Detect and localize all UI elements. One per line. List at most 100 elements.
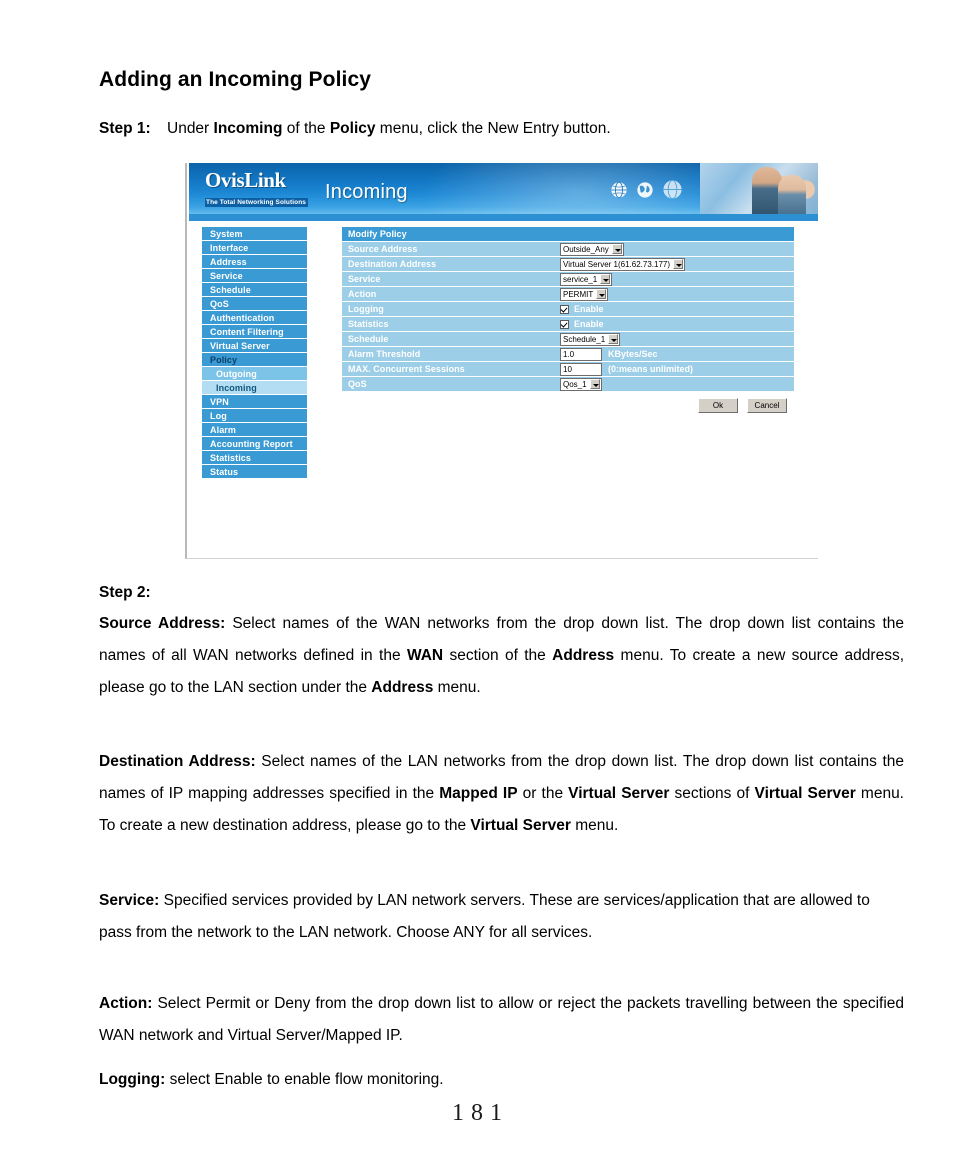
- form-row-schedule: Schedule Schedule_1: [342, 332, 794, 347]
- label-logging: Logging: [348, 304, 384, 314]
- sidebar-item-schedule[interactable]: Schedule: [202, 283, 307, 297]
- source-address-bold-address-2: Address: [371, 679, 434, 696]
- sidebar-item-authentication[interactable]: Authentication: [202, 311, 307, 325]
- chevron-down-icon[interactable]: [596, 289, 607, 299]
- field-destination-address: Virtual Server 1(61.62.73.177): [560, 257, 794, 271]
- action-body: Select Permit or Deny from the drop down…: [99, 995, 904, 1044]
- dest-body-5: menu.: [570, 817, 619, 834]
- destination-address-value: Virtual Server 1(61.62.73.177): [563, 259, 671, 269]
- sidebar-item-policy[interactable]: Policy: [202, 353, 307, 367]
- label-source-address: Source Address: [348, 244, 418, 254]
- alarm-threshold-unit: KBytes/Sec: [608, 349, 658, 359]
- max-concurrent-sessions-input[interactable]: 10: [560, 362, 602, 376]
- action-select[interactable]: PERMIT: [560, 287, 609, 301]
- sidebar-item-system[interactable]: System: [202, 227, 307, 241]
- logo-wordmark: OvisLink: [205, 168, 286, 192]
- service-value: service_1: [563, 274, 598, 284]
- action-value: PERMIT: [563, 289, 594, 299]
- globe-icon: [611, 181, 627, 199]
- alarm-threshold-input[interactable]: 1.0: [560, 347, 602, 361]
- chevron-down-icon[interactable]: [600, 274, 611, 284]
- sidebar-item-alarm[interactable]: Alarm: [202, 423, 307, 437]
- logging-enable-label: Enable: [574, 304, 604, 314]
- form-row-qos: QoS Qos_1: [342, 377, 794, 392]
- banner-strip: [189, 214, 818, 221]
- form-row-max-concurrent-sessions: MAX. Concurrent Sessions 10 (0:means unl…: [342, 362, 794, 377]
- service-select[interactable]: service_1: [560, 272, 613, 286]
- dest-bold-virtual-server-1: Virtual Server: [568, 785, 670, 802]
- destination-address-select[interactable]: Virtual Server 1(61.62.73.177): [560, 257, 686, 271]
- dest-body-3: sections of: [669, 785, 755, 802]
- sidebar-item-outgoing[interactable]: Outgoing: [202, 367, 307, 381]
- chevron-down-icon[interactable]: [589, 379, 600, 389]
- step-2-label: Step 2:: [99, 577, 904, 609]
- source-address-value: Outside_Any: [563, 244, 609, 254]
- logging-term: Logging:: [99, 1071, 166, 1088]
- paragraph-source-address: Source Address: Select names of the WAN …: [99, 608, 904, 704]
- action-term: Action:: [99, 995, 153, 1012]
- sidebar-item-service[interactable]: Service: [202, 269, 307, 283]
- sidebar-item-statistics[interactable]: Statistics: [202, 451, 307, 465]
- sidebar-item-incoming[interactable]: Incoming: [202, 381, 307, 395]
- statistics-checkbox[interactable]: [560, 319, 569, 329]
- label-destination-address: Destination Address: [348, 259, 437, 269]
- step-1-text-after: menu, click the New Entry button.: [375, 120, 611, 137]
- source-address-select[interactable]: Outside_Any: [560, 242, 624, 256]
- field-logging: Enable: [560, 304, 794, 314]
- sidebar-item-vpn[interactable]: VPN: [202, 395, 307, 409]
- form-row-service: Service service_1: [342, 272, 794, 287]
- form-row-logging: Logging Enable: [342, 302, 794, 317]
- service-body: Specified services provided by LAN netwo…: [99, 892, 870, 941]
- globe-icon: [637, 182, 653, 198]
- step-1-bold-incoming: Incoming: [213, 120, 283, 137]
- sidebar-item-log[interactable]: Log: [202, 409, 307, 423]
- globe-icon: [663, 179, 682, 200]
- ok-button[interactable]: Ok: [698, 398, 738, 413]
- label-alarm-threshold: Alarm Threshold: [348, 349, 421, 359]
- field-statistics: Enable: [560, 319, 794, 329]
- chevron-down-icon[interactable]: [673, 259, 684, 269]
- document-page: Adding an Incoming Policy Step 1: Under I…: [0, 0, 954, 1155]
- banner-icon-group: [608, 178, 698, 204]
- logging-body: select Enable to enable flow monitoring.: [165, 1071, 444, 1088]
- qos-select[interactable]: Qos_1: [560, 377, 602, 391]
- logging-checkbox[interactable]: [560, 304, 569, 314]
- cancel-button[interactable]: Cancel: [747, 398, 787, 413]
- field-action: PERMIT: [560, 287, 794, 301]
- step-2-label-text: Step 2:: [99, 584, 151, 601]
- step-1-text-before: Under: [167, 120, 214, 137]
- step-1-label: Step 1:: [99, 120, 151, 137]
- banner-photo-person-child: [778, 175, 806, 214]
- sidebar-item-status[interactable]: Status: [202, 465, 307, 479]
- service-term: Service:: [99, 892, 160, 909]
- source-address-body-2: section of the: [443, 647, 553, 664]
- chevron-down-icon[interactable]: [608, 334, 619, 344]
- chevron-down-icon[interactable]: [611, 244, 622, 254]
- sidebar-item-virtual-server[interactable]: Virtual Server: [202, 339, 307, 353]
- router-ui-body: OvisLink The Total Networking Solutions …: [189, 163, 818, 557]
- step-1-text-mid: of the: [282, 120, 330, 137]
- source-address-body-4: menu.: [433, 679, 481, 696]
- qos-value: Qos_1: [563, 379, 587, 389]
- router-ui-screenshot: OvisLink The Total Networking Solutions …: [185, 163, 818, 559]
- sidebar-item-content-filtering[interactable]: Content Filtering: [202, 325, 307, 339]
- sidebar-item-interface[interactable]: Interface: [202, 241, 307, 255]
- max-concurrent-sessions-hint: (0:means unlimited): [608, 364, 694, 374]
- field-alarm-threshold: 1.0 KBytes/Sec: [560, 347, 794, 361]
- form-row-source-address: Source Address Outside_Any: [342, 242, 794, 257]
- schedule-select[interactable]: Schedule_1: [560, 332, 621, 346]
- form-header-row: Modify Policy: [342, 227, 794, 242]
- destination-address-term: Destination Address:: [99, 753, 256, 770]
- label-max-concurrent-sessions: MAX. Concurrent Sessions: [348, 364, 465, 374]
- schedule-value: Schedule_1: [563, 334, 606, 344]
- sidebar-item-address[interactable]: Address: [202, 255, 307, 269]
- sidebar-item-qos[interactable]: QoS: [202, 297, 307, 311]
- sidebar-item-accounting-report[interactable]: Accounting Report: [202, 437, 307, 451]
- statistics-enable-label: Enable: [574, 319, 604, 329]
- source-address-bold-address-1: Address: [552, 647, 615, 664]
- label-statistics: Statistics: [348, 319, 389, 329]
- step-1-instruction: Step 1: Under Incoming of the Policy menu…: [99, 120, 611, 138]
- page-number: 181: [452, 1100, 509, 1126]
- field-source-address: Outside_Any: [560, 242, 794, 256]
- dest-bold-virtual-server-3: Virtual Server: [470, 817, 571, 834]
